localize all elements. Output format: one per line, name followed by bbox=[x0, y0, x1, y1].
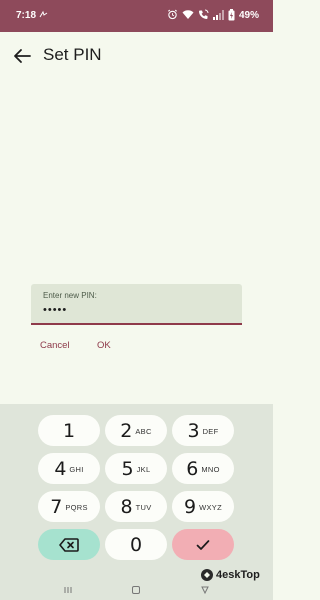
key-0[interactable]: 0 bbox=[105, 529, 167, 560]
key-digit: 9 bbox=[184, 495, 197, 518]
page-title: Set PIN bbox=[43, 45, 102, 64]
key-letters: TUV bbox=[135, 503, 152, 512]
backspace-icon bbox=[59, 537, 79, 552]
watermark: 4eskTop bbox=[200, 567, 260, 583]
key-letters: MNO bbox=[201, 465, 220, 474]
key-1[interactable]: 1 bbox=[38, 415, 100, 446]
key-6[interactable]: 6 MNO bbox=[172, 453, 234, 484]
key-letters: GHI bbox=[69, 465, 84, 474]
key-digit: 8 bbox=[120, 495, 133, 518]
signal-icon bbox=[212, 9, 224, 23]
watermark-logo-icon bbox=[201, 569, 213, 581]
app-header: Set PIN bbox=[0, 38, 273, 74]
back-button[interactable] bbox=[10, 44, 34, 68]
key-2[interactable]: 2 ABC bbox=[105, 415, 167, 446]
battery-charging-icon bbox=[228, 8, 235, 24]
key-digit: 1 bbox=[62, 419, 76, 442]
alarm-icon bbox=[167, 9, 178, 23]
key-digit: 6 bbox=[186, 457, 199, 480]
arrow-left-icon bbox=[14, 49, 31, 63]
key-digit: 3 bbox=[187, 419, 200, 442]
key-digit: 2 bbox=[120, 419, 133, 442]
key-letters: JKL bbox=[136, 465, 151, 474]
key-7[interactable]: 7 PQRS bbox=[38, 491, 100, 522]
key-letters: DEF bbox=[202, 427, 219, 436]
done-key[interactable] bbox=[172, 529, 234, 560]
key-letters: PQRS bbox=[65, 503, 88, 512]
key-digit: 4 bbox=[54, 457, 67, 480]
key-9[interactable]: 9 WXYZ bbox=[172, 491, 234, 522]
recents-icon[interactable] bbox=[63, 582, 73, 600]
key-8[interactable]: 8 TUV bbox=[105, 491, 167, 522]
key-letters: ABC bbox=[135, 427, 152, 436]
wifi-calling-icon bbox=[198, 9, 209, 23]
battery-percent: 49% bbox=[238, 10, 259, 21]
pin-input-field[interactable]: Enter new PIN: ••••• bbox=[31, 284, 242, 325]
checkmark-icon bbox=[196, 539, 210, 550]
home-icon[interactable] bbox=[131, 582, 141, 600]
key-digit: 0 bbox=[129, 533, 143, 556]
key-5[interactable]: 5 JKL bbox=[105, 453, 167, 484]
watermark-text: 4eskTop bbox=[216, 569, 260, 581]
status-time: 7:18 bbox=[16, 10, 37, 21]
notification-icon bbox=[39, 10, 48, 21]
pin-field-label: Enter new PIN: bbox=[43, 291, 97, 300]
pin-field-value[interactable]: ••••• bbox=[43, 304, 67, 316]
key-3[interactable]: 3 DEF bbox=[172, 415, 234, 446]
key-4[interactable]: 4 GHI bbox=[38, 453, 100, 484]
delete-key[interactable] bbox=[38, 529, 100, 560]
cancel-button[interactable]: Cancel bbox=[40, 337, 70, 353]
status-icons: 49% bbox=[167, 8, 259, 24]
key-digit: 7 bbox=[50, 495, 63, 518]
key-digit: 5 bbox=[121, 457, 134, 480]
nav-back-icon[interactable] bbox=[200, 582, 210, 600]
wifi-icon bbox=[182, 9, 194, 23]
status-bar: 7:18 49% bbox=[0, 0, 273, 32]
ok-button[interactable]: OK bbox=[97, 337, 111, 353]
key-letters: WXYZ bbox=[199, 503, 222, 512]
